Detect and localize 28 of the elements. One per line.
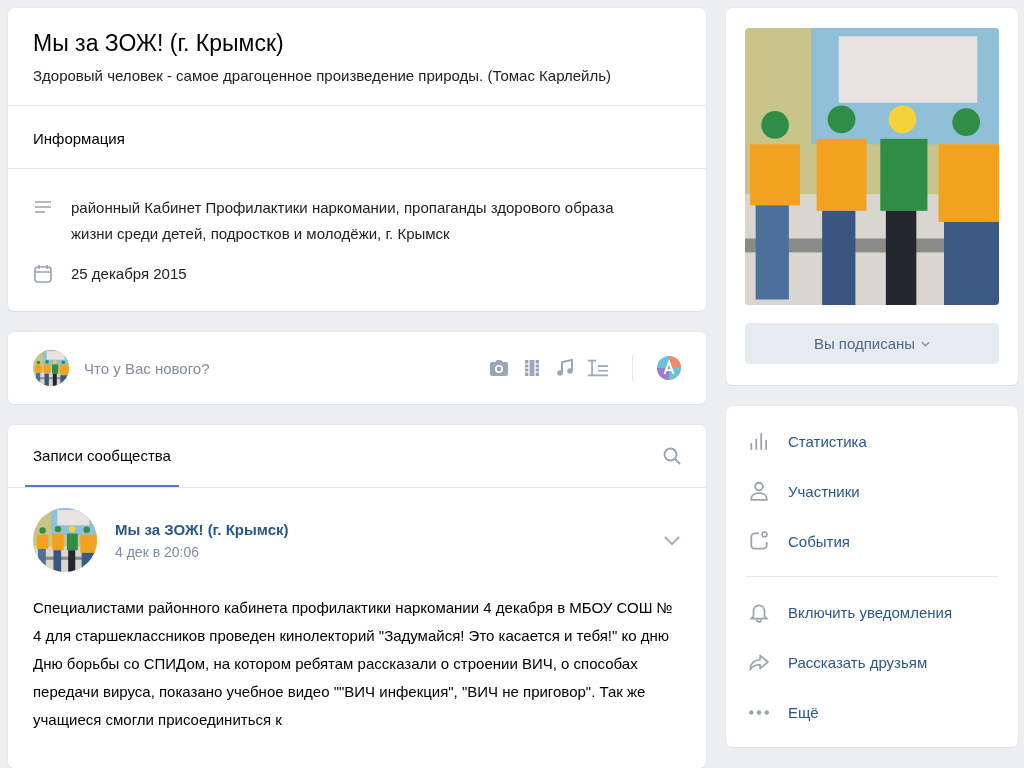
text-format-icon[interactable] [587,358,609,378]
calendar-icon [33,264,53,284]
bar-chart-icon [748,430,770,452]
group-title: Мы за ЗОЖ! (г. Крымск) [33,30,285,57]
caret-icon [921,340,931,347]
more-dots-icon [748,708,770,716]
search-icon[interactable] [662,446,682,466]
subscribed-button[interactable]: Вы подписаны [745,323,999,364]
menu-item[interactable]: Ещё [726,687,1018,737]
section-heading: Информация [33,130,125,147]
group-description: районный Кабинет Профилактики наркомании, пропаганды здорового образа жизни среди детей, подростков и молодёжи, г. Крымск [71,198,615,244]
menu-item[interactable]: События [726,516,1018,566]
user-icon [748,480,770,502]
post-author-link[interactable]: Мы за ЗОЖ! (г. Крымск) [115,520,645,538]
menu-item[interactable]: Участники [726,466,1018,516]
camera-icon[interactable] [488,358,510,378]
menu-item[interactable]: Статистика [726,416,1018,466]
menu-item[interactable]: Рассказать друзьям [726,637,1018,687]
founded-date: 25 декабря 2015 [71,264,188,284]
music-note-icon[interactable] [554,358,576,378]
wall-tab[interactable]: Записи сообщества [25,425,179,487]
post-text: Специалистами районного кабинета профилактики наркомании 4 декабря в МБОУ СОШ № 4 для старшеклассников проведен кинолекторий "Задумайся! Это касается и тебя!" ко дню Дню борьбы со СПИДом, на котором ребятам рассказали о строении ВИЧ, о способах передачи вируса, показано учебное видео ""ВИЧ инфекция", "ВИЧ не приговор". Так же учащиеся смогли присоединиться к [33,598,674,730]
letter-a-avatar-icon[interactable] [656,355,682,381]
chevron-down-icon[interactable] [663,534,681,546]
menu-item[interactable]: Включить уведомления [726,587,1018,637]
post-time: 4 дек в 20:06 [115,543,200,560]
event-icon [748,530,770,552]
group-status: Здоровый человек - самое драгоценное произведение природы. (Томас Карлейль) [33,66,612,86]
